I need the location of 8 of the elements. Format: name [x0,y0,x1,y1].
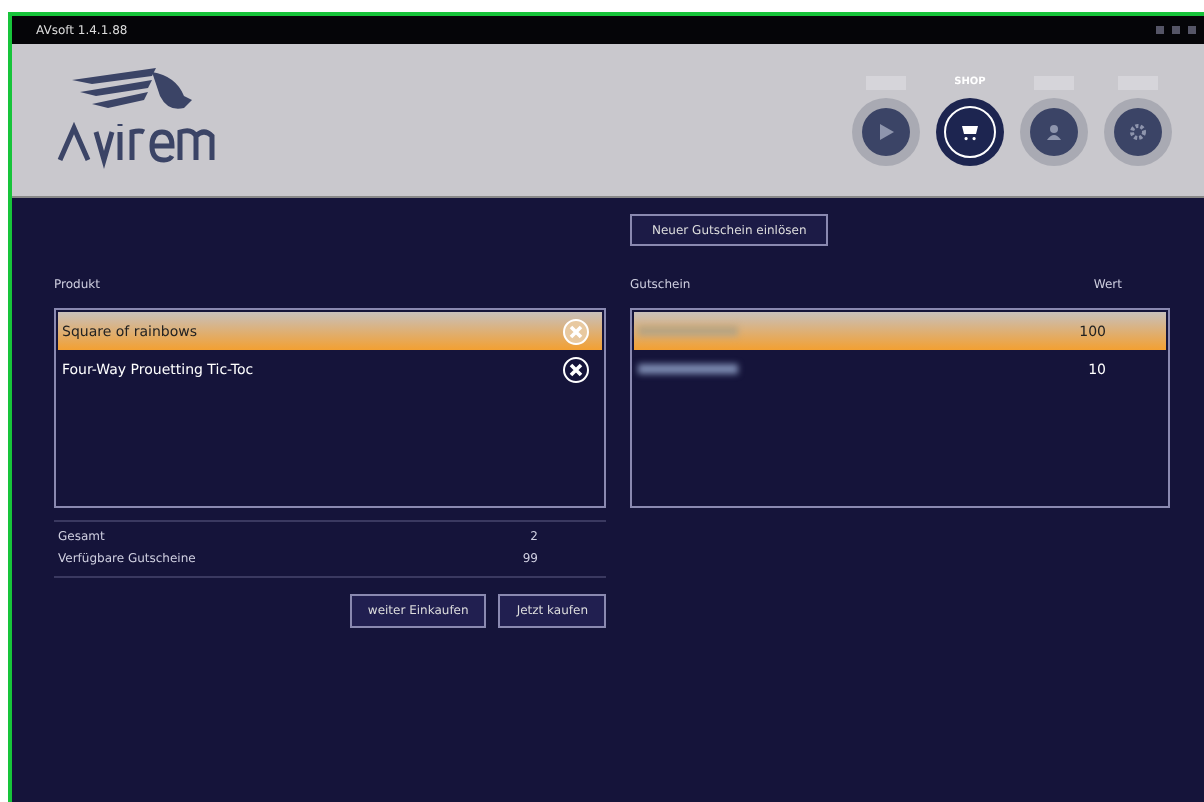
redacted-code [638,364,738,374]
nav-button[interactable] [936,97,1004,165]
play-icon [876,121,896,141]
cart-icon [960,121,980,141]
remove-icon[interactable] [562,355,590,383]
user-icon [1044,121,1064,141]
redacted-code [638,326,738,336]
gear-icon [1128,121,1148,141]
